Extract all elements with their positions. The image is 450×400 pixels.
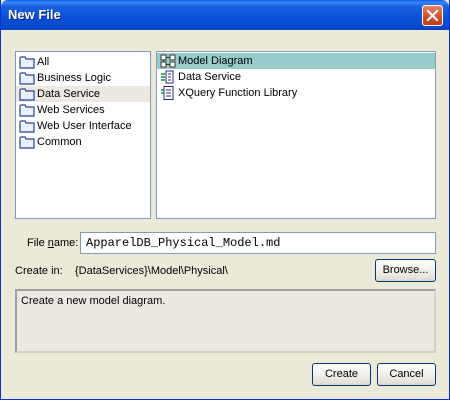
data-service-icon: [161, 70, 174, 84]
folder-item-data-service[interactable]: Data Service: [16, 86, 150, 102]
create-in-label: Create in:: [15, 265, 63, 277]
template-item-model-diagram[interactable]: Model Diagram: [157, 53, 435, 69]
close-icon: [426, 9, 439, 22]
browse-button[interactable]: Browse...: [375, 259, 436, 282]
folder-label: Web User Interface: [37, 120, 132, 132]
folder-item-web-user-interface[interactable]: Web User Interface: [16, 118, 150, 134]
folder-item-business-logic[interactable]: Business Logic: [16, 70, 150, 86]
folder-item-common[interactable]: Common: [16, 134, 150, 150]
folder-icon: [19, 136, 35, 149]
model-diagram-icon: [160, 54, 176, 68]
folder-item-web-services[interactable]: Web Services: [16, 102, 150, 118]
template-item-xquery-function-library[interactable]: XQuery Function Library: [157, 85, 435, 101]
description-box: Create a new model diagram.: [15, 289, 436, 353]
title-bar[interactable]: New File: [1, 0, 449, 30]
folder-label: Data Service: [37, 88, 100, 100]
template-list[interactable]: Model Diagram Data Service XQuery Functi…: [156, 51, 436, 219]
folder-list[interactable]: All Business Logic Data Service Web Serv…: [15, 51, 151, 219]
folder-icon: [19, 88, 35, 101]
file-name-label: File name:: [27, 237, 79, 249]
create-button[interactable]: Create: [312, 363, 371, 386]
cancel-button[interactable]: Cancel: [377, 363, 436, 386]
folder-icon: [19, 120, 35, 133]
xquery-library-icon: [161, 86, 174, 100]
folder-icon: [19, 72, 35, 85]
file-name-input[interactable]: ApparelDB_Physical_Model.md: [80, 232, 436, 254]
folder-label: Web Services: [37, 104, 105, 116]
folder-icon: [19, 56, 35, 69]
file-name-value: ApparelDB_Physical_Model.md: [86, 236, 281, 250]
template-label: XQuery Function Library: [178, 87, 298, 99]
new-file-dialog: New File All Business Logic Data Service…: [0, 0, 450, 400]
folder-item-all[interactable]: All: [16, 54, 150, 70]
dialog-title: New File: [8, 7, 61, 22]
folder-label: All: [37, 56, 50, 68]
template-label: Data Service: [178, 71, 241, 83]
folder-icon: [19, 104, 35, 117]
close-button[interactable]: [422, 5, 443, 26]
template-item-data-service[interactable]: Data Service: [157, 69, 435, 85]
description-text: Create a new model diagram.: [21, 295, 166, 307]
folder-label: Common: [37, 136, 82, 148]
folder-label: Business Logic: [37, 72, 111, 84]
create-in-path: {DataServices}\Model\Physical\: [75, 265, 228, 277]
template-label: Model Diagram: [178, 55, 253, 67]
